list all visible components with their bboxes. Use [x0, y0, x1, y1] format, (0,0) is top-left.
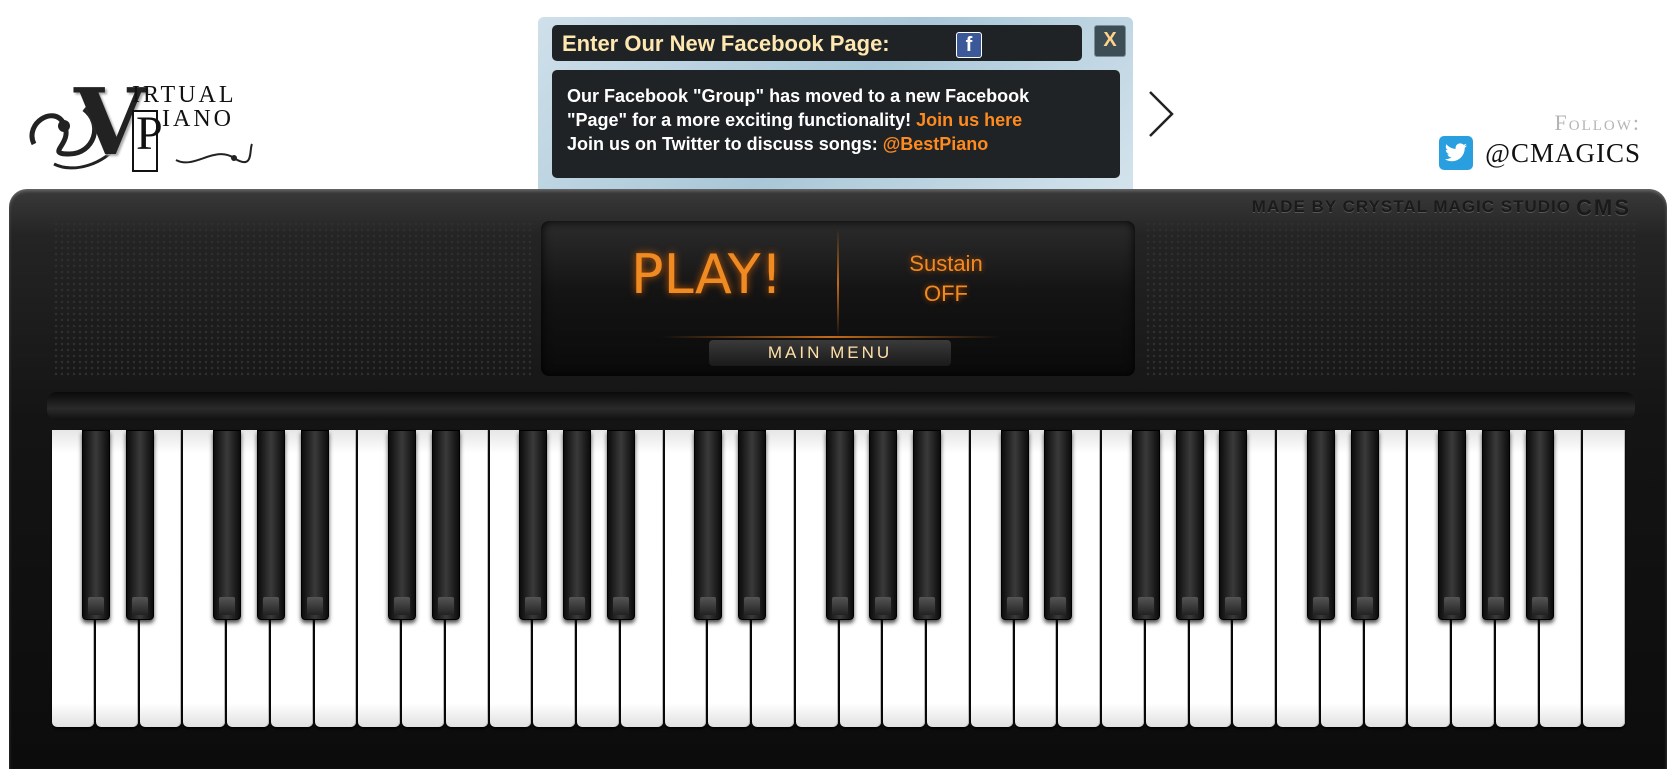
black-key[interactable]: [1525, 430, 1554, 620]
black-key[interactable]: [606, 430, 635, 620]
brand-text: MADE BY CRYSTAL MAGIC STUDIO: [1251, 197, 1571, 216]
black-key[interactable]: [913, 430, 941, 620]
black-key[interactable]: [125, 430, 154, 620]
twitter-icon[interactable]: [1439, 136, 1474, 170]
black-key[interactable]: [869, 430, 898, 620]
speaker-grille-left: [53, 221, 531, 376]
display-underline: [661, 336, 1001, 338]
virtual-piano-logo[interactable]: V IRTUAL IANO P: [24, 76, 254, 180]
follow-twitter[interactable]: @CMAGICS: [1439, 135, 1641, 171]
join-us-here-link[interactable]: Join us here: [916, 110, 1022, 130]
white-key[interactable]: [1583, 430, 1625, 727]
popup-close-button[interactable]: X: [1094, 25, 1126, 57]
display-divider: [837, 229, 839, 337]
piano-keyboard: [52, 430, 1627, 727]
logo-word-iano: IANO: [162, 106, 234, 132]
black-key[interactable]: [563, 430, 591, 620]
black-key[interactable]: [1306, 430, 1335, 620]
popup-line-3: Join us on Twitter to discuss songs: @Be…: [567, 132, 1120, 156]
chevron-right-icon[interactable]: [1146, 88, 1176, 140]
flourish-ornament-icon: [175, 143, 253, 164]
sustain-toggle[interactable]: Sustain OFF: [891, 249, 1001, 309]
black-key[interactable]: [431, 430, 460, 620]
black-key[interactable]: [1438, 430, 1466, 620]
control-display: PLAY! Sustain OFF MAIN MENU: [541, 221, 1135, 376]
black-key[interactable]: [1044, 430, 1073, 620]
cms-logo-icon: CMS: [1576, 195, 1631, 220]
black-key[interactable]: [1219, 430, 1248, 620]
black-key[interactable]: [1481, 430, 1510, 620]
logo-word-irtual: IRTUAL: [132, 82, 237, 108]
black-key[interactable]: [300, 430, 329, 620]
facebook-announcement-popup: Enter Our New Facebook Page: f X Our Fac…: [538, 17, 1133, 189]
black-key[interactable]: [1350, 430, 1379, 620]
popup-title: Enter Our New Facebook Page:: [562, 31, 890, 56]
play-button[interactable]: PLAY!: [631, 243, 782, 306]
black-key[interactable]: [694, 430, 723, 620]
logo-letter-p: P: [136, 107, 163, 160]
popup-message: Our Facebook "Group" has moved to a new …: [552, 70, 1120, 178]
black-key[interactable]: [1131, 430, 1160, 620]
speaker-grille-right: [1145, 221, 1639, 376]
black-key[interactable]: [1000, 430, 1029, 620]
popup-line-1: Our Facebook "Group" has moved to a new …: [567, 86, 1030, 106]
popup-line-3-text: Join us on Twitter to discuss songs:: [567, 134, 878, 154]
sustain-label: Sustain: [909, 251, 983, 276]
facebook-icon[interactable]: f: [956, 32, 982, 58]
black-key[interactable]: [81, 430, 110, 620]
popup-title-bar: Enter Our New Facebook Page: f: [552, 25, 1082, 61]
black-key[interactable]: [256, 430, 285, 620]
black-key[interactable]: [213, 430, 241, 620]
cmagics-handle-link[interactable]: @CMAGICS: [1485, 138, 1641, 169]
black-key[interactable]: [388, 430, 416, 620]
black-key[interactable]: [738, 430, 766, 620]
sustain-state: OFF: [924, 281, 968, 306]
black-key[interactable]: [825, 430, 854, 620]
follow-label: Follow:: [1554, 110, 1641, 135]
black-key[interactable]: [1175, 430, 1204, 620]
main-menu-button[interactable]: MAIN MENU: [709, 340, 951, 366]
logo-piano-key: P: [132, 110, 163, 172]
popup-line-2-text: "Page" for a more exciting functionality…: [567, 110, 912, 130]
popup-line-2: "Page" for a more exciting functionality…: [567, 108, 1120, 132]
best-piano-twitter-link[interactable]: @BestPiano: [883, 134, 989, 154]
black-key[interactable]: [519, 430, 548, 620]
keyboard-rail: [47, 392, 1635, 420]
